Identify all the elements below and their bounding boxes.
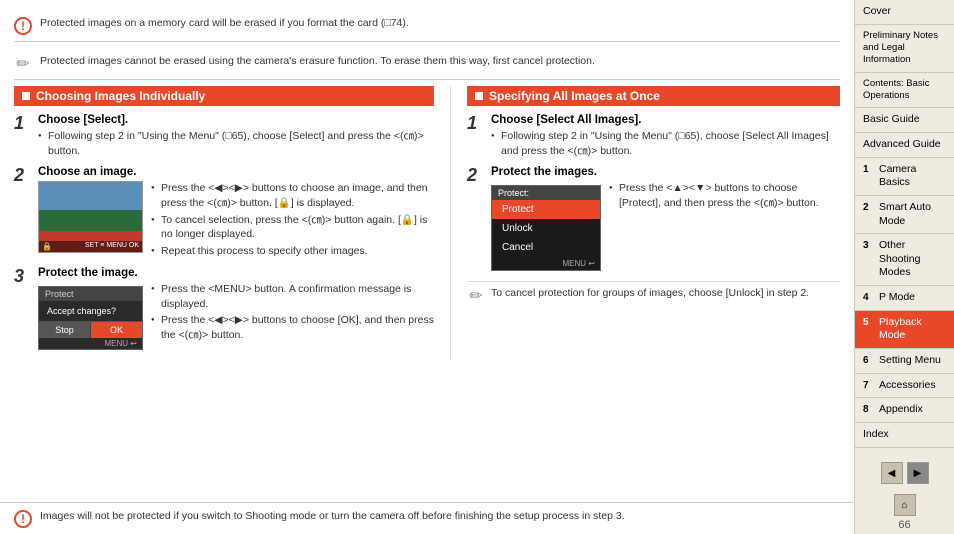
step-2-bullet-1: Press the <◀><▶> buttons to choose an im… xyxy=(151,181,434,210)
spec-note-box: ✏ To cancel protection for groups of ima… xyxy=(467,281,840,309)
ok-dialog: Protect Accept changes? Stop OK MENU ↩ xyxy=(38,286,143,350)
choosing-section-title: Choosing Images Individually xyxy=(36,89,205,103)
spec-step-2-title: Protect the images. xyxy=(491,166,840,178)
spec-protect-item-unlock[interactable]: Unlock xyxy=(492,219,600,238)
choosing-section-header: Choosing Images Individually xyxy=(14,86,434,106)
step-1: 1 Choose [Select]. Following step 2 in "… xyxy=(14,114,434,160)
spec-step-1-number: 1 xyxy=(467,114,481,160)
step-2-thumbnail: 🔒 SET ≡ MENU OK xyxy=(38,181,143,253)
step-3: 3 Protect the image. Protect Accept chan… xyxy=(14,267,434,354)
sidebar-item-appendix[interactable]: 8 Appendix xyxy=(855,398,954,423)
spec-step-1-title: Choose [Select All Images]. xyxy=(491,114,840,126)
nav-home-btn[interactable]: ⌂ xyxy=(894,494,916,516)
sidebar: Cover Preliminary Notes and Legal Inform… xyxy=(854,0,954,534)
sidebar-item-cover[interactable]: Cover xyxy=(855,0,954,25)
step-2-title: Choose an image. xyxy=(38,166,434,178)
spec-step-2-bullet-1: Press the <▲><▼> buttons to choose [Prot… xyxy=(609,181,840,210)
sidebar-item-accessories[interactable]: 7 Accessories xyxy=(855,374,954,399)
spec-step-1-bullet-1: Following step 2 in "Using the Menu" (□6… xyxy=(491,129,840,158)
sidebar-item-index[interactable]: Index xyxy=(855,423,954,448)
step-1-bullet-1: Following step 2 in "Using the Menu" (□6… xyxy=(38,129,434,158)
ok-dialog-buttons: Stop OK xyxy=(39,321,142,338)
sidebar-item-basic-guide[interactable]: Basic Guide xyxy=(855,108,954,133)
spec-step-2-number: 2 xyxy=(467,166,481,275)
spec-step-1: 1 Choose [Select All Images]. Following … xyxy=(467,114,840,160)
spec-protect-title: Protect: xyxy=(492,186,600,200)
warning-box-1: ! Protected images on a memory card will… xyxy=(14,10,840,42)
ok-dialog-text: Accept changes? xyxy=(39,301,142,321)
sidebar-item-advanced-guide[interactable]: Advanced Guide xyxy=(855,133,954,158)
spec-step-2: 2 Protect the images. Protect: Protect U… xyxy=(467,166,840,275)
spec-protect-dialog: Protect: Protect Unlock Cancel MENU ↩ xyxy=(491,185,601,271)
sidebar-item-other-shooting[interactable]: 3 Other Shooting Modes xyxy=(855,234,954,286)
warning-icon-1: ! xyxy=(14,17,32,35)
header-square xyxy=(22,92,30,100)
col-left: Choosing Images Individually 1 Choose [S… xyxy=(14,86,434,360)
spec-step-1-bullets: Following step 2 in "Using the Menu" (□6… xyxy=(491,129,840,158)
spec-protect-item-cancel[interactable]: Cancel xyxy=(492,238,600,257)
ok-dialog-stop-btn[interactable]: Stop xyxy=(39,322,91,338)
bottom-warning-text: Images will not be protected if you swit… xyxy=(40,509,625,524)
sidebar-item-playback[interactable]: 5 Playback Mode xyxy=(855,311,954,349)
nav-prev-btn[interactable]: ◀ xyxy=(881,462,903,484)
step-3-bullet-2: Press the <◀><▶> buttons to choose [OK],… xyxy=(151,313,434,342)
spec-protect-footer: MENU ↩ xyxy=(492,257,600,270)
spec-note-icon: ✏ xyxy=(467,287,485,305)
bottom-warning-icon: ! xyxy=(14,510,32,528)
step-2: 2 Choose an image. 🔒 SET ≡ MENU OK Pres xyxy=(14,166,434,260)
sidebar-item-camera-basics[interactable]: 1 Camera Basics xyxy=(855,158,954,196)
main-content: ! Protected images on a memory card will… xyxy=(0,0,854,534)
note-box-1: ✏ Protected images cannot be erased usin… xyxy=(14,48,840,80)
specifying-section-header: Specifying All Images at Once xyxy=(467,86,840,106)
step-3-bullet-1: Press the <MENU> button. A confirmation … xyxy=(151,282,434,311)
spec-note-text: To cancel protection for groups of image… xyxy=(491,286,809,301)
spec-protect-item-protect[interactable]: Protect xyxy=(492,200,600,219)
bottom-warning: ! Images will not be protected if you sw… xyxy=(0,502,854,534)
step-3-bullets: Press the <MENU> button. A confirmation … xyxy=(151,282,434,345)
ok-dialog-protect-label: Protect xyxy=(39,287,142,301)
step-3-number: 3 xyxy=(14,267,28,354)
sidebar-item-setting-menu[interactable]: 6 Setting Menu xyxy=(855,349,954,374)
spec-step-2-bullets: Press the <▲><▼> buttons to choose [Prot… xyxy=(609,181,840,212)
step-3-content: Protect the image. Protect Accept change… xyxy=(38,267,434,354)
step-2-content: Choose an image. 🔒 SET ≡ MENU OK Press t… xyxy=(38,166,434,260)
step-1-number: 1 xyxy=(14,114,28,160)
ok-dialog-footer: MENU ↩ xyxy=(39,338,142,349)
two-col-layout: Choosing Images Individually 1 Choose [S… xyxy=(14,86,840,360)
sidebar-nav: ◀ ▶ xyxy=(855,454,954,492)
step-2-number: 2 xyxy=(14,166,28,260)
spec-step-2-content: Protect the images. Protect: Protect Unl… xyxy=(491,166,840,275)
spec-step-1-content: Choose [Select All Images]. Following st… xyxy=(491,114,840,160)
sidebar-item-preliminary[interactable]: Preliminary Notes and Legal Information xyxy=(855,25,954,73)
step-1-bullets: Following step 2 in "Using the Menu" (□6… xyxy=(38,129,434,158)
step-2-bullets: Press the <◀><▶> buttons to choose an im… xyxy=(151,181,434,260)
sidebar-item-smart-auto[interactable]: 2 Smart Auto Mode xyxy=(855,196,954,234)
specifying-section-title: Specifying All Images at Once xyxy=(489,89,660,103)
step-2-bullet-2: To cancel selection, press the <(㎝)> but… xyxy=(151,213,434,242)
warning-text-1: Protected images on a memory card will b… xyxy=(40,16,409,31)
page-number: 66 xyxy=(855,516,954,534)
nav-next-btn[interactable]: ▶ xyxy=(907,462,929,484)
step-3-title: Protect the image. xyxy=(38,267,434,279)
thumb-overlay: 🔒 SET ≡ MENU OK xyxy=(39,241,142,252)
note-text-1: Protected images cannot be erased using … xyxy=(40,54,595,69)
step-1-content: Choose [Select]. Following step 2 in "Us… xyxy=(38,114,434,160)
step-1-title: Choose [Select]. xyxy=(38,114,434,126)
step-2-bullet-3: Repeat this process to specify other ima… xyxy=(151,244,434,259)
note-icon-1: ✏ xyxy=(14,55,32,73)
col-right: Specifying All Images at Once 1 Choose [… xyxy=(450,86,840,360)
spec-header-square xyxy=(475,92,483,100)
ok-dialog-ok-btn[interactable]: OK xyxy=(91,322,142,338)
sidebar-item-contents[interactable]: Contents: Basic Operations xyxy=(855,73,954,109)
sidebar-item-p-mode[interactable]: 4 P Mode xyxy=(855,286,954,311)
